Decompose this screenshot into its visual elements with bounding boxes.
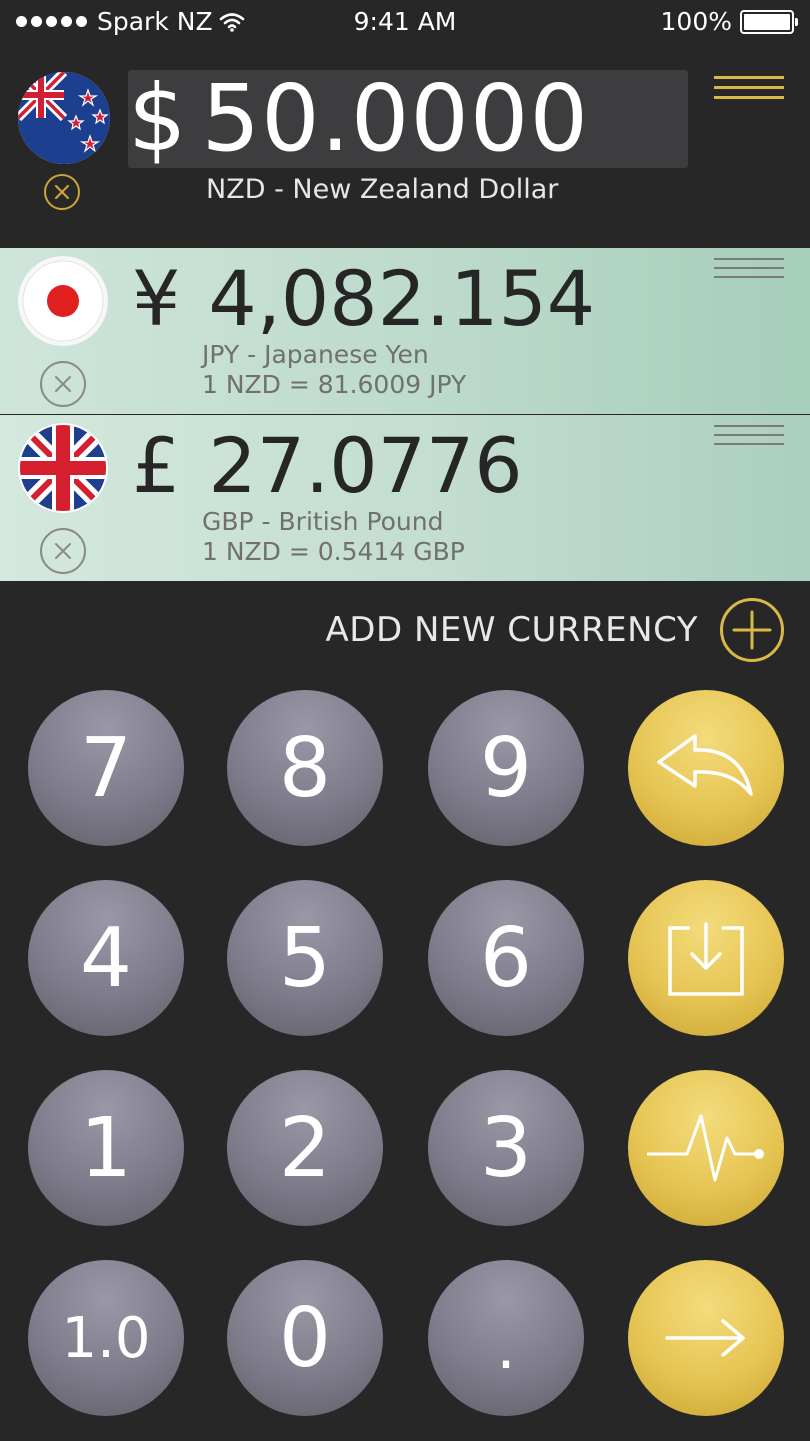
key-7[interactable]: 7 (28, 690, 184, 846)
currency-row-gbp[interactable]: £27.0776 GBP - British Pound 1 NZD = 0.5… (0, 415, 810, 581)
base-currency-name: NZD - New Zealand Dollar (206, 174, 559, 205)
key-1[interactable]: 1 (28, 1070, 184, 1226)
key-0[interactable]: 0 (227, 1260, 383, 1416)
download-button[interactable] (628, 880, 784, 1036)
add-currency-button[interactable] (720, 598, 784, 662)
close-icon (55, 543, 71, 559)
currency-list: ¥4,082.154 JPY - Japanese Yen 1 NZD = 81… (0, 248, 810, 581)
base-amount-value: 50.0000 (201, 65, 589, 172)
new-zealand-flag-icon[interactable] (18, 72, 110, 164)
jpy-name: JPY - Japanese Yen (202, 340, 429, 369)
key-6[interactable]: 6 (428, 880, 584, 1036)
chart-button[interactable] (628, 1070, 784, 1226)
remove-gbp-button[interactable] (40, 528, 86, 574)
japan-flag-icon (18, 256, 108, 346)
key-4[interactable]: 4 (28, 880, 184, 1036)
key-decimal-point[interactable]: . (428, 1260, 584, 1416)
close-icon (54, 184, 70, 200)
key-3[interactable]: 3 (428, 1070, 584, 1226)
status-bar: Spark NZ 9:41 AM 100% (0, 0, 810, 46)
menu-icon[interactable] (714, 76, 784, 102)
decimal-places-label: 1.0 (61, 1305, 151, 1371)
key-2[interactable]: 2 (227, 1070, 383, 1226)
close-icon (55, 376, 71, 392)
remove-base-currency-button[interactable] (44, 174, 80, 210)
add-currency-row[interactable]: ADD NEW CURRENCY (0, 596, 810, 666)
battery-percent: 100% (660, 7, 732, 36)
key-decimal-places[interactable]: 1.0 (28, 1260, 184, 1416)
key-5[interactable]: 5 (227, 880, 383, 1036)
jpy-amount: ¥4,082.154 (132, 254, 595, 344)
plus-icon (732, 610, 772, 650)
uk-flag-icon (18, 423, 108, 513)
reorder-handle-icon[interactable] (714, 425, 784, 451)
key-8[interactable]: 8 (227, 690, 383, 846)
gbp-amount-value: 27.0776 (208, 421, 523, 510)
battery-icon (740, 9, 798, 34)
gbp-amount: £27.0776 (132, 421, 523, 511)
remove-jpy-button[interactable] (40, 361, 86, 407)
jpy-symbol: ¥ (132, 254, 181, 343)
download-icon (668, 922, 744, 996)
base-currency-symbol: $ (128, 65, 188, 172)
base-amount-input[interactable]: $50.0000 (128, 70, 688, 168)
key-9[interactable]: 9 (428, 690, 584, 846)
jpy-amount-value: 4,082.154 (208, 254, 596, 343)
gbp-rate: 1 NZD = 0.5414 GBP (202, 537, 465, 566)
arrow-right-icon (665, 1319, 745, 1357)
undo-arrow-icon (657, 734, 753, 796)
gbp-symbol: £ (132, 421, 181, 510)
gbp-name: GBP - British Pound (202, 507, 444, 536)
next-button[interactable] (628, 1260, 784, 1416)
add-currency-label[interactable]: ADD NEW CURRENCY (326, 610, 698, 650)
currency-row-jpy[interactable]: ¥4,082.154 JPY - Japanese Yen 1 NZD = 81… (0, 248, 810, 414)
reorder-handle-icon[interactable] (714, 258, 784, 284)
base-amount-display: $50.0000 (128, 70, 589, 168)
currency-converter-screen: Spark NZ 9:41 AM 100% $ 50.0000 NZD - Ne… (0, 0, 810, 1441)
chart-pulse-icon (647, 1114, 764, 1182)
base-currency-row: $50.0000 NZD - New Zealand Dollar (0, 60, 810, 230)
undo-button[interactable] (628, 690, 784, 846)
keypad: 7 8 9 4 5 6 1 2 3 1.0 0 . (0, 690, 810, 1430)
status-right: 100% (660, 7, 798, 36)
jpy-rate: 1 NZD = 81.6009 JPY (202, 370, 467, 399)
